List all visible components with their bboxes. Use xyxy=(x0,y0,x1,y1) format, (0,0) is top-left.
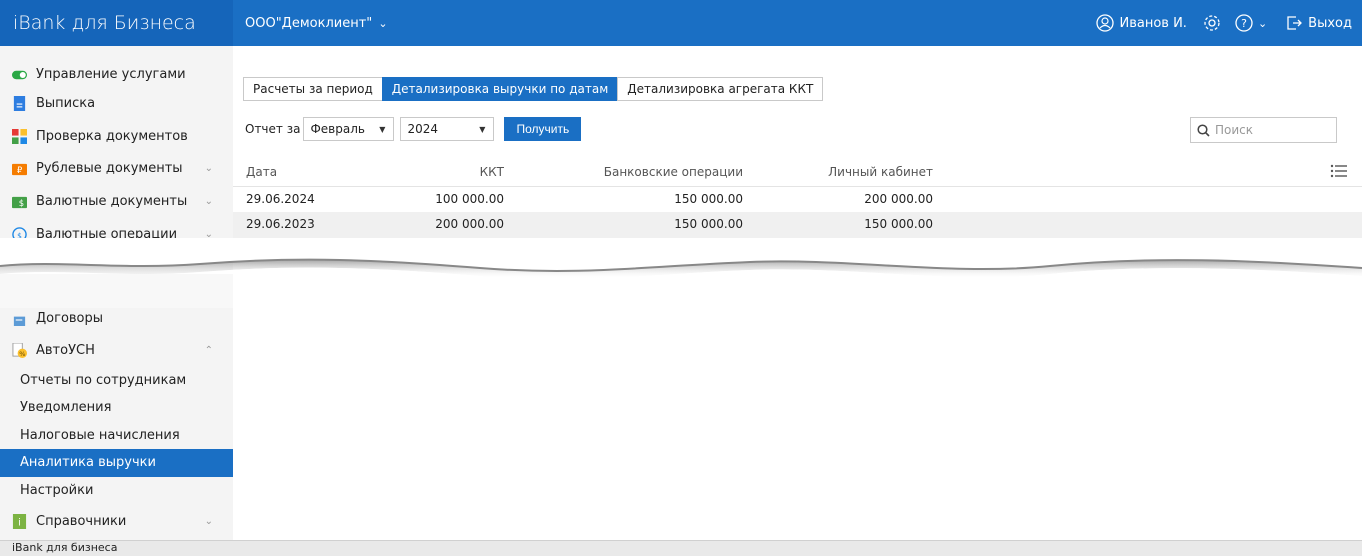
search-placeholder: Поиск xyxy=(1215,123,1254,137)
table-row[interactable]: 29.06.2024 100 000.00 150 000.00 200 000… xyxy=(233,186,1362,212)
sidebar-item-contracts[interactable]: Договоры xyxy=(0,304,233,332)
currency-folder-icon: $ xyxy=(12,196,27,208)
user-name: Иванов И. xyxy=(1119,15,1187,31)
sidebar-item-currency-docs[interactable]: $ Валютные документы ⌄ xyxy=(0,187,233,215)
sidebar-subitem-settings[interactable]: Настройки xyxy=(0,477,233,505)
org-name: ООО"Демоклиент" xyxy=(245,16,373,31)
gear-icon xyxy=(1204,15,1220,31)
app-logo[interactable]: iBank для Бизнеса xyxy=(0,0,233,46)
report-filter: Отчет за Февраль ▼ 2024 ▼ Получить xyxy=(245,117,582,141)
document-icon xyxy=(13,95,26,111)
info-book-icon: i xyxy=(12,513,27,529)
column-header-bank-ops[interactable]: Банковские операции xyxy=(604,160,743,184)
sidebar-item-label: Валютные документы xyxy=(36,193,188,209)
get-report-button[interactable]: Получить xyxy=(504,117,582,141)
sidebar-item-label: Справочники xyxy=(36,513,127,529)
chevron-up-icon[interactable]: ⌃ xyxy=(205,345,213,356)
filter-label: Отчет за xyxy=(245,122,301,136)
cell-kkt: 100 000.00 xyxy=(435,192,504,206)
chevron-down-icon: ⌄ xyxy=(1257,16,1268,30)
cell-date: 29.06.2024 xyxy=(246,192,315,206)
chevron-down-icon[interactable]: ⌄ xyxy=(205,196,213,207)
cell-kkt: 200 000.00 xyxy=(435,217,504,231)
toggle-icon xyxy=(12,70,27,79)
top-right-controls: Иванов И. ? ⌄ Выход xyxy=(1096,0,1352,46)
cell-personal-cabinet: 150 000.00 xyxy=(864,217,933,231)
sidebar-item-statement[interactable]: Выписка xyxy=(0,89,233,117)
caret-down-icon: ▼ xyxy=(379,124,386,134)
svg-text:$: $ xyxy=(19,198,24,208)
column-header-kkt[interactable]: ККТ xyxy=(480,160,504,184)
column-header-date[interactable]: Дата xyxy=(246,160,277,184)
report-tabs: Расчеты за период Детализировка выручки … xyxy=(243,77,824,101)
year-value: 2024 xyxy=(407,122,438,136)
footer: iBank для бизнеса xyxy=(0,540,1362,556)
sidebar-item-directories[interactable]: i Справочники ⌄ xyxy=(0,507,233,535)
help-icon: ? xyxy=(1235,14,1253,32)
sidebar-item-label: Рублевые документы xyxy=(36,160,183,176)
svg-text:i: i xyxy=(18,517,21,528)
column-header-personal-cabinet[interactable]: Личный кабинет xyxy=(828,160,933,184)
sidebar-item-doc-check[interactable]: Проверка документов xyxy=(0,122,233,150)
sidebar-item-services[interactable]: Управление услугами xyxy=(0,60,233,88)
sidebar-item-label: Договоры xyxy=(36,310,104,326)
org-selector[interactable]: ООО"Демоклиент" ⌄ xyxy=(245,0,388,48)
sidebar-item-label: АвтоУСН xyxy=(36,342,95,358)
check-grid-icon xyxy=(12,128,27,144)
tab-period-calc[interactable]: Расчеты за период xyxy=(243,77,383,101)
sidebar-item-label: Проверка документов xyxy=(36,128,188,144)
chevron-down-icon[interactable]: ⌄ xyxy=(205,163,213,174)
chevron-down-icon: ⌄ xyxy=(378,17,388,30)
table-header-row: Дата ККТ Банковские операции Личный каби… xyxy=(233,160,1362,186)
sidebar-subitem-tax-accruals[interactable]: Налоговые начисления xyxy=(0,422,233,450)
table-row[interactable]: 29.06.2023 200 000.00 150 000.00 150 000… xyxy=(233,212,1362,238)
exit-label: Выход xyxy=(1308,15,1352,31)
user-icon xyxy=(1096,14,1115,32)
exit-button[interactable]: Выход xyxy=(1285,14,1352,32)
month-value: Февраль xyxy=(310,122,365,136)
top-bar: iBank для Бизнеса ООО"Демоклиент" ⌄ Иван… xyxy=(0,0,1362,46)
sidebar-subitem-notifications[interactable]: Уведомления xyxy=(0,394,233,422)
ruble-folder-icon: ₽ xyxy=(12,163,27,175)
svg-text:?: ? xyxy=(1241,17,1247,30)
autousn-icon: % xyxy=(12,342,27,358)
sidebar-item-autousn[interactable]: % АвтоУСН ⌃ xyxy=(0,336,233,364)
month-select[interactable]: Февраль ▼ xyxy=(303,117,395,141)
sidebar-item-ruble-docs[interactable]: ₽ Рублевые документы ⌄ xyxy=(0,154,233,182)
cell-personal-cabinet: 200 000.00 xyxy=(864,192,933,206)
sidebar-subitem-revenue-analytics[interactable]: Аналитика выручки xyxy=(0,449,233,477)
svg-text:%: % xyxy=(19,350,25,358)
help-button[interactable]: ? ⌄ xyxy=(1235,14,1267,32)
search-input[interactable]: Поиск xyxy=(1190,117,1337,143)
svg-text:₽: ₽ xyxy=(17,165,23,175)
year-select[interactable]: 2024 ▼ xyxy=(400,117,495,141)
sidebar-item-label: Выписка xyxy=(36,95,96,111)
tab-revenue-by-date[interactable]: Детализировка выручки по датам xyxy=(381,77,619,101)
logout-icon xyxy=(1287,16,1303,30)
user-menu[interactable]: Иванов И. xyxy=(1096,14,1187,32)
cell-bank-ops: 150 000.00 xyxy=(674,192,743,206)
search-icon xyxy=(1197,123,1210,137)
sidebar-subitem-employee-reports[interactable]: Отчеты по сотрудникам xyxy=(0,367,233,395)
cell-date: 29.06.2023 xyxy=(246,217,315,231)
sidebar-item-label: Управление услугами xyxy=(36,66,186,82)
settings-button[interactable] xyxy=(1203,14,1221,32)
column-settings-icon[interactable] xyxy=(1330,163,1348,179)
cell-bank-ops: 150 000.00 xyxy=(674,217,743,231)
screenshot-cut-wave xyxy=(0,238,1362,308)
revenue-table: Дата ККТ Банковские операции Личный каби… xyxy=(233,160,1362,238)
caret-down-icon: ▼ xyxy=(479,124,486,134)
chevron-down-icon[interactable]: ⌄ xyxy=(205,516,213,527)
tab-kkt-aggregate[interactable]: Детализировка агрегата ККТ xyxy=(617,77,824,101)
contract-icon xyxy=(13,316,26,326)
